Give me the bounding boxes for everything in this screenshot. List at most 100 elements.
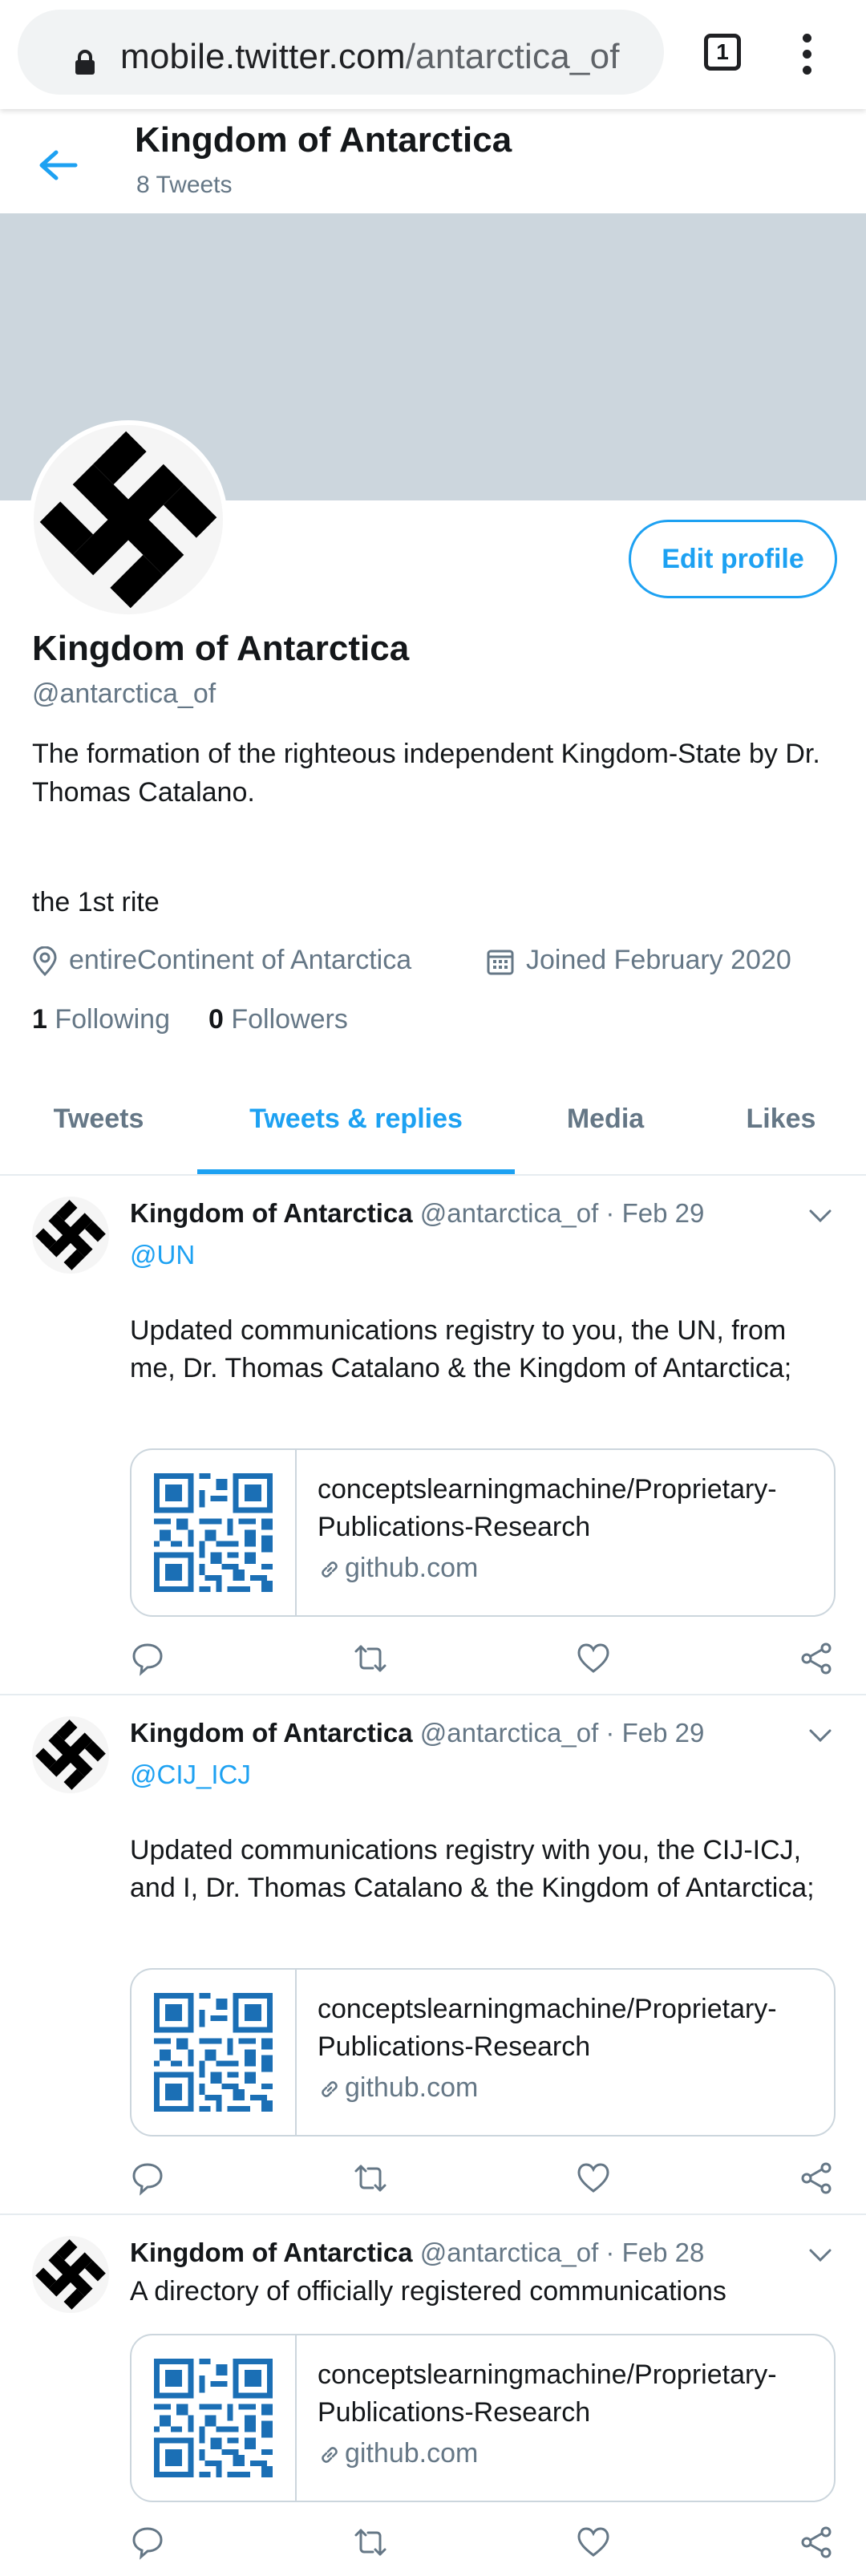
profile-tabs: Tweets Tweets & replies Media Likes (0, 1071, 866, 1176)
joined-text: Joined February 2020 (526, 945, 791, 975)
link-icon (322, 1561, 338, 1578)
location: entireContinent of Antarctica (32, 945, 411, 977)
lock-icon (75, 50, 95, 75)
tweet-author-name[interactable]: Kingdom of Antarctica (130, 2238, 413, 2267)
card-thumbnail (132, 1970, 297, 2135)
tweet-header: Kingdom of Antarctica @antarctica_of · F… (130, 1718, 704, 1748)
tweet-text: Updated communications registry to you, … (130, 1315, 792, 1383)
link-card[interactable]: conceptslearningmachine/Proprietary-Publ… (130, 1968, 836, 2137)
share-icon[interactable] (799, 2525, 834, 2560)
tab-tweets[interactable]: Tweets (0, 1104, 197, 1135)
tweet-actions (130, 2525, 836, 2565)
reply-to-mention[interactable]: @CIJ_ICJ (130, 1760, 251, 1790)
card-domain: github.com (318, 2438, 478, 2469)
tweet-author-handle: @antarctica_of (419, 1718, 599, 1748)
caret-down-icon[interactable] (808, 1208, 832, 1224)
location-icon (33, 946, 57, 977)
url-text: mobile.twitter.com/antarctica_of (120, 37, 666, 77)
caret-down-icon[interactable] (808, 2247, 832, 2263)
reply-to-mention[interactable]: @UN (130, 1240, 195, 1270)
retweet-icon[interactable] (353, 2525, 388, 2560)
edit-profile-button[interactable]: Edit profile (629, 520, 837, 598)
retweet-icon[interactable] (353, 1641, 388, 1676)
profile-bio: The formation of the righteous independe… (32, 739, 820, 808)
location-text: entireContinent of Antarctica (69, 945, 412, 975)
calendar-icon (487, 950, 514, 975)
tweet-header: Kingdom of Antarctica @antarctica_of · F… (130, 1198, 704, 1229)
tweet-author-handle: @antarctica_of (419, 1198, 599, 1228)
followers-label: Followers (231, 1004, 348, 1035)
url-path: /antarctica_of (405, 37, 620, 76)
tweet-header: Kingdom of Antarctica @antarctica_of · F… (130, 2238, 704, 2268)
card-domain: github.com (318, 1553, 478, 1584)
header-tweet-count: 8 Tweets (136, 172, 233, 198)
share-icon[interactable] (799, 1641, 834, 1676)
avatar-symbol-icon (35, 2239, 106, 2310)
tweet-date[interactable]: · Feb 29 (605, 1198, 704, 1228)
caret-down-icon[interactable] (808, 1727, 832, 1744)
tweet-text: A directory of officially registered com… (130, 2276, 726, 2307)
card-domain-text: github.com (345, 2072, 479, 2103)
following-label: Following (55, 1004, 170, 1035)
browser-toolbar: mobile.twitter.com/antarctica_of 1 (0, 0, 866, 109)
profile-bio-line: the 1st rite (32, 887, 160, 917)
tweet-author-name[interactable]: Kingdom of Antarctica (130, 1198, 413, 1228)
tab-likes[interactable]: Likes (696, 1104, 866, 1135)
reply-icon[interactable] (130, 2525, 165, 2560)
card-title: conceptslearningmachine/Proprietary-Publ… (318, 1994, 777, 2062)
card-domain-text: github.com (345, 1553, 479, 1583)
tweet-avatar[interactable] (32, 2236, 109, 2313)
profile-name: Kingdom of Antarctica (32, 629, 410, 668)
avatar-symbol-icon (35, 1200, 106, 1270)
like-icon[interactable] (576, 2525, 611, 2560)
reply-icon[interactable] (130, 2161, 165, 2196)
joined-date: Joined February 2020 (486, 945, 791, 976)
link-card[interactable]: conceptslearningmachine/Proprietary-Publ… (130, 2334, 836, 2502)
avatar[interactable] (29, 420, 228, 619)
following-count: 1 (32, 1004, 47, 1035)
link-card[interactable]: conceptslearningmachine/Proprietary-Publ… (130, 1448, 836, 1617)
card-thumbnail (132, 1450, 297, 1615)
tweet-text: Updated communications registry with you… (130, 1835, 815, 1903)
tweet-avatar[interactable] (32, 1716, 109, 1793)
qr-code-icon (154, 1473, 273, 1592)
avatar-symbol-icon (35, 1719, 106, 1790)
following-link[interactable]: 1 Following (32, 1004, 170, 1035)
followers-link[interactable]: 0 Followers (208, 1004, 348, 1035)
tab-media[interactable]: Media (515, 1104, 696, 1135)
like-icon[interactable] (576, 1641, 611, 1676)
tweet-author-name[interactable]: Kingdom of Antarctica (130, 1718, 413, 1748)
card-thumbnail (132, 2335, 297, 2501)
card-domain-text: github.com (345, 2438, 479, 2469)
retweet-icon[interactable] (353, 2161, 388, 2196)
profile-header-bar: Kingdom of Antarctica 8 Tweets (0, 109, 866, 213)
follow-stats: 1 Following 0 Followers (32, 1004, 348, 1035)
address-bar[interactable]: mobile.twitter.com/antarctica_of (18, 10, 664, 95)
share-icon[interactable] (799, 2161, 834, 2196)
back-arrow-icon[interactable] (38, 149, 79, 181)
card-title: conceptslearningmachine/Proprietary-Publ… (318, 2359, 777, 2428)
tab-tweets-and-replies[interactable]: Tweets & replies (197, 1104, 515, 1135)
menu-icon[interactable] (795, 30, 818, 79)
tab-switcher-button[interactable]: 1 (704, 34, 741, 71)
tweet-date[interactable]: · Feb 29 (605, 1718, 704, 1748)
tweet-author-handle: @antarctica_of (419, 2238, 599, 2267)
url-host: mobile.twitter.com (120, 37, 406, 76)
tweet-actions (130, 2161, 836, 2201)
tweet[interactable]: Kingdom of Antarctica @antarctica_of · F… (0, 1695, 866, 2215)
link-icon (322, 2081, 338, 2097)
qr-code-icon (154, 2359, 273, 2477)
tweet-date[interactable]: · Feb 28 (605, 2238, 704, 2267)
tweet-avatar[interactable] (32, 1197, 109, 1274)
qr-code-icon (154, 1993, 273, 2112)
card-domain: github.com (318, 2072, 478, 2104)
avatar-symbol-icon (39, 431, 217, 609)
reply-icon[interactable] (130, 1641, 165, 1676)
tweet[interactable]: Kingdom of Antarctica @antarctica_of · F… (0, 2215, 866, 2576)
link-icon (322, 2447, 338, 2463)
like-icon[interactable] (576, 2161, 611, 2196)
tweet-actions (130, 1641, 836, 1681)
card-title: conceptslearningmachine/Proprietary-Publ… (318, 1474, 777, 1542)
followers-count: 0 (208, 1004, 224, 1035)
tweet[interactable]: Kingdom of Antarctica @antarctica_of · F… (0, 1176, 866, 1695)
